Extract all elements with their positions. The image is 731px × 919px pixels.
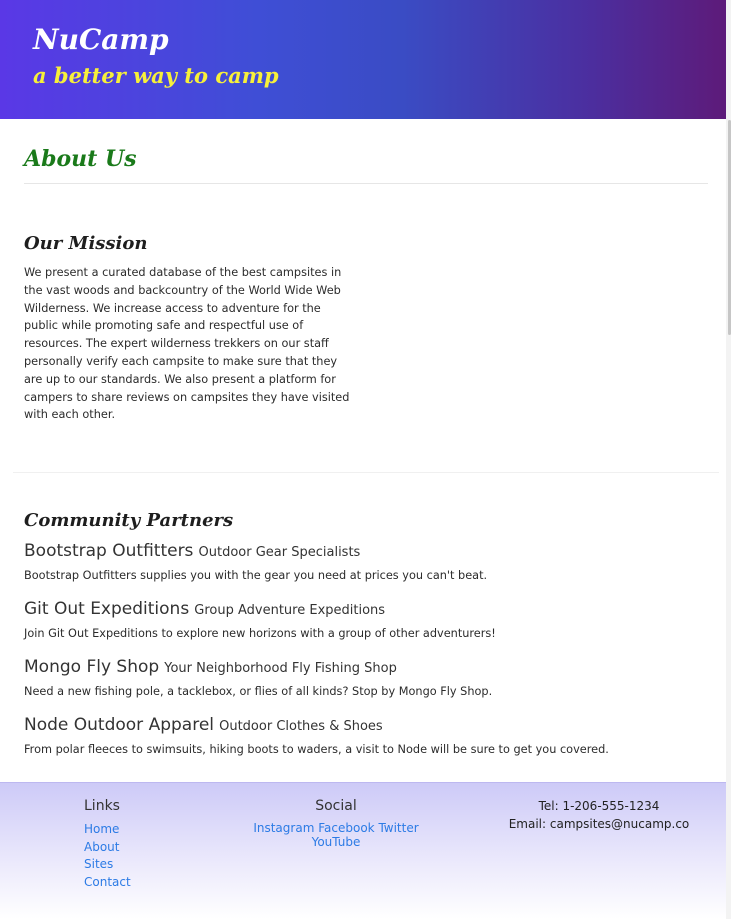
page-title: About Us <box>24 146 137 172</box>
social-link-facebook[interactable]: Facebook <box>318 821 374 835</box>
partner-subtitle: Outdoor Clothes & Shoes <box>219 719 383 735</box>
partner-description: Bootstrap Outfitters supplies you with t… <box>24 569 488 583</box>
partner-description: From polar fleeces to swimsuits, hiking … <box>24 743 609 757</box>
mission-section: Our Mission We present a curated databas… <box>24 232 708 424</box>
footer-social: Social Instagram Facebook Twitter YouTub… <box>234 797 438 849</box>
partner-description: Join Git Out Expeditions to explore new … <box>24 627 496 641</box>
partner-item: Bootstrap Outfitters Outdoor Gear Specia… <box>24 539 708 585</box>
social-link-instagram[interactable]: Instagram <box>253 821 314 835</box>
partners-section: Community Partners Bootstrap Outfitters … <box>24 509 708 759</box>
section-divider <box>13 472 719 474</box>
footer-link-about[interactable]: About <box>84 839 131 857</box>
footer-link-home[interactable]: Home <box>84 821 131 839</box>
site-footer: Links Home About Sites Contact Social In… <box>0 782 731 919</box>
partners-heading: Community Partners <box>24 510 234 532</box>
footer-links-title: Links <box>84 798 120 814</box>
partner-subtitle: Group Adventure Expeditions <box>194 603 386 619</box>
footer-link-sites[interactable]: Sites <box>84 856 131 874</box>
partner-item: Git Out Expeditions Group Adventure Expe… <box>24 597 708 643</box>
footer-links: Links Home About Sites Contact <box>84 797 131 891</box>
footer-contact: Tel: 1-206-555-1234 Email: campsites@nuc… <box>500 797 698 833</box>
social-link-twitter[interactable]: Twitter <box>378 821 418 835</box>
partner-name: Node Outdoor Apparel <box>24 715 215 736</box>
contact-email: Email: campsites@nucamp.co <box>508 817 690 831</box>
partner-item: Node Outdoor Apparel Outdoor Clothes & S… <box>24 713 708 759</box>
mission-heading: Our Mission <box>24 233 148 254</box>
partner-subtitle: Your Neighborhood Fly Fishing Shop <box>164 661 397 677</box>
footer-link-contact[interactable]: Contact <box>84 874 131 892</box>
social-links: Instagram Facebook Twitter YouTube <box>234 821 438 849</box>
partner-subtitle: Outdoor Gear Specialists <box>198 545 361 561</box>
partner-item: Mongo Fly Shop Your Neighborhood Fly Fis… <box>24 655 708 701</box>
footer-social-title: Social <box>315 798 357 814</box>
partner-description: Need a new fishing pole, a tacklebox, or… <box>24 685 493 699</box>
page-scrollbar[interactable] <box>726 0 731 919</box>
partner-name: Git Out Expeditions <box>24 599 190 620</box>
contact-phone: Tel: 1-206-555-1234 <box>538 799 660 813</box>
social-link-youtube[interactable]: YouTube <box>312 835 361 849</box>
mission-text: We present a curated database of the bes… <box>24 266 350 422</box>
partner-name: Bootstrap Outfitters <box>24 541 194 562</box>
partner-name: Mongo Fly Shop <box>24 657 160 678</box>
site-brand: NuCamp <box>33 23 169 56</box>
site-tagline: a better way to camp <box>33 63 279 88</box>
site-header: NuCamp a better way to camp <box>0 0 731 119</box>
title-divider <box>24 183 708 184</box>
main-content: About Us Our Mission We present a curate… <box>0 145 731 759</box>
